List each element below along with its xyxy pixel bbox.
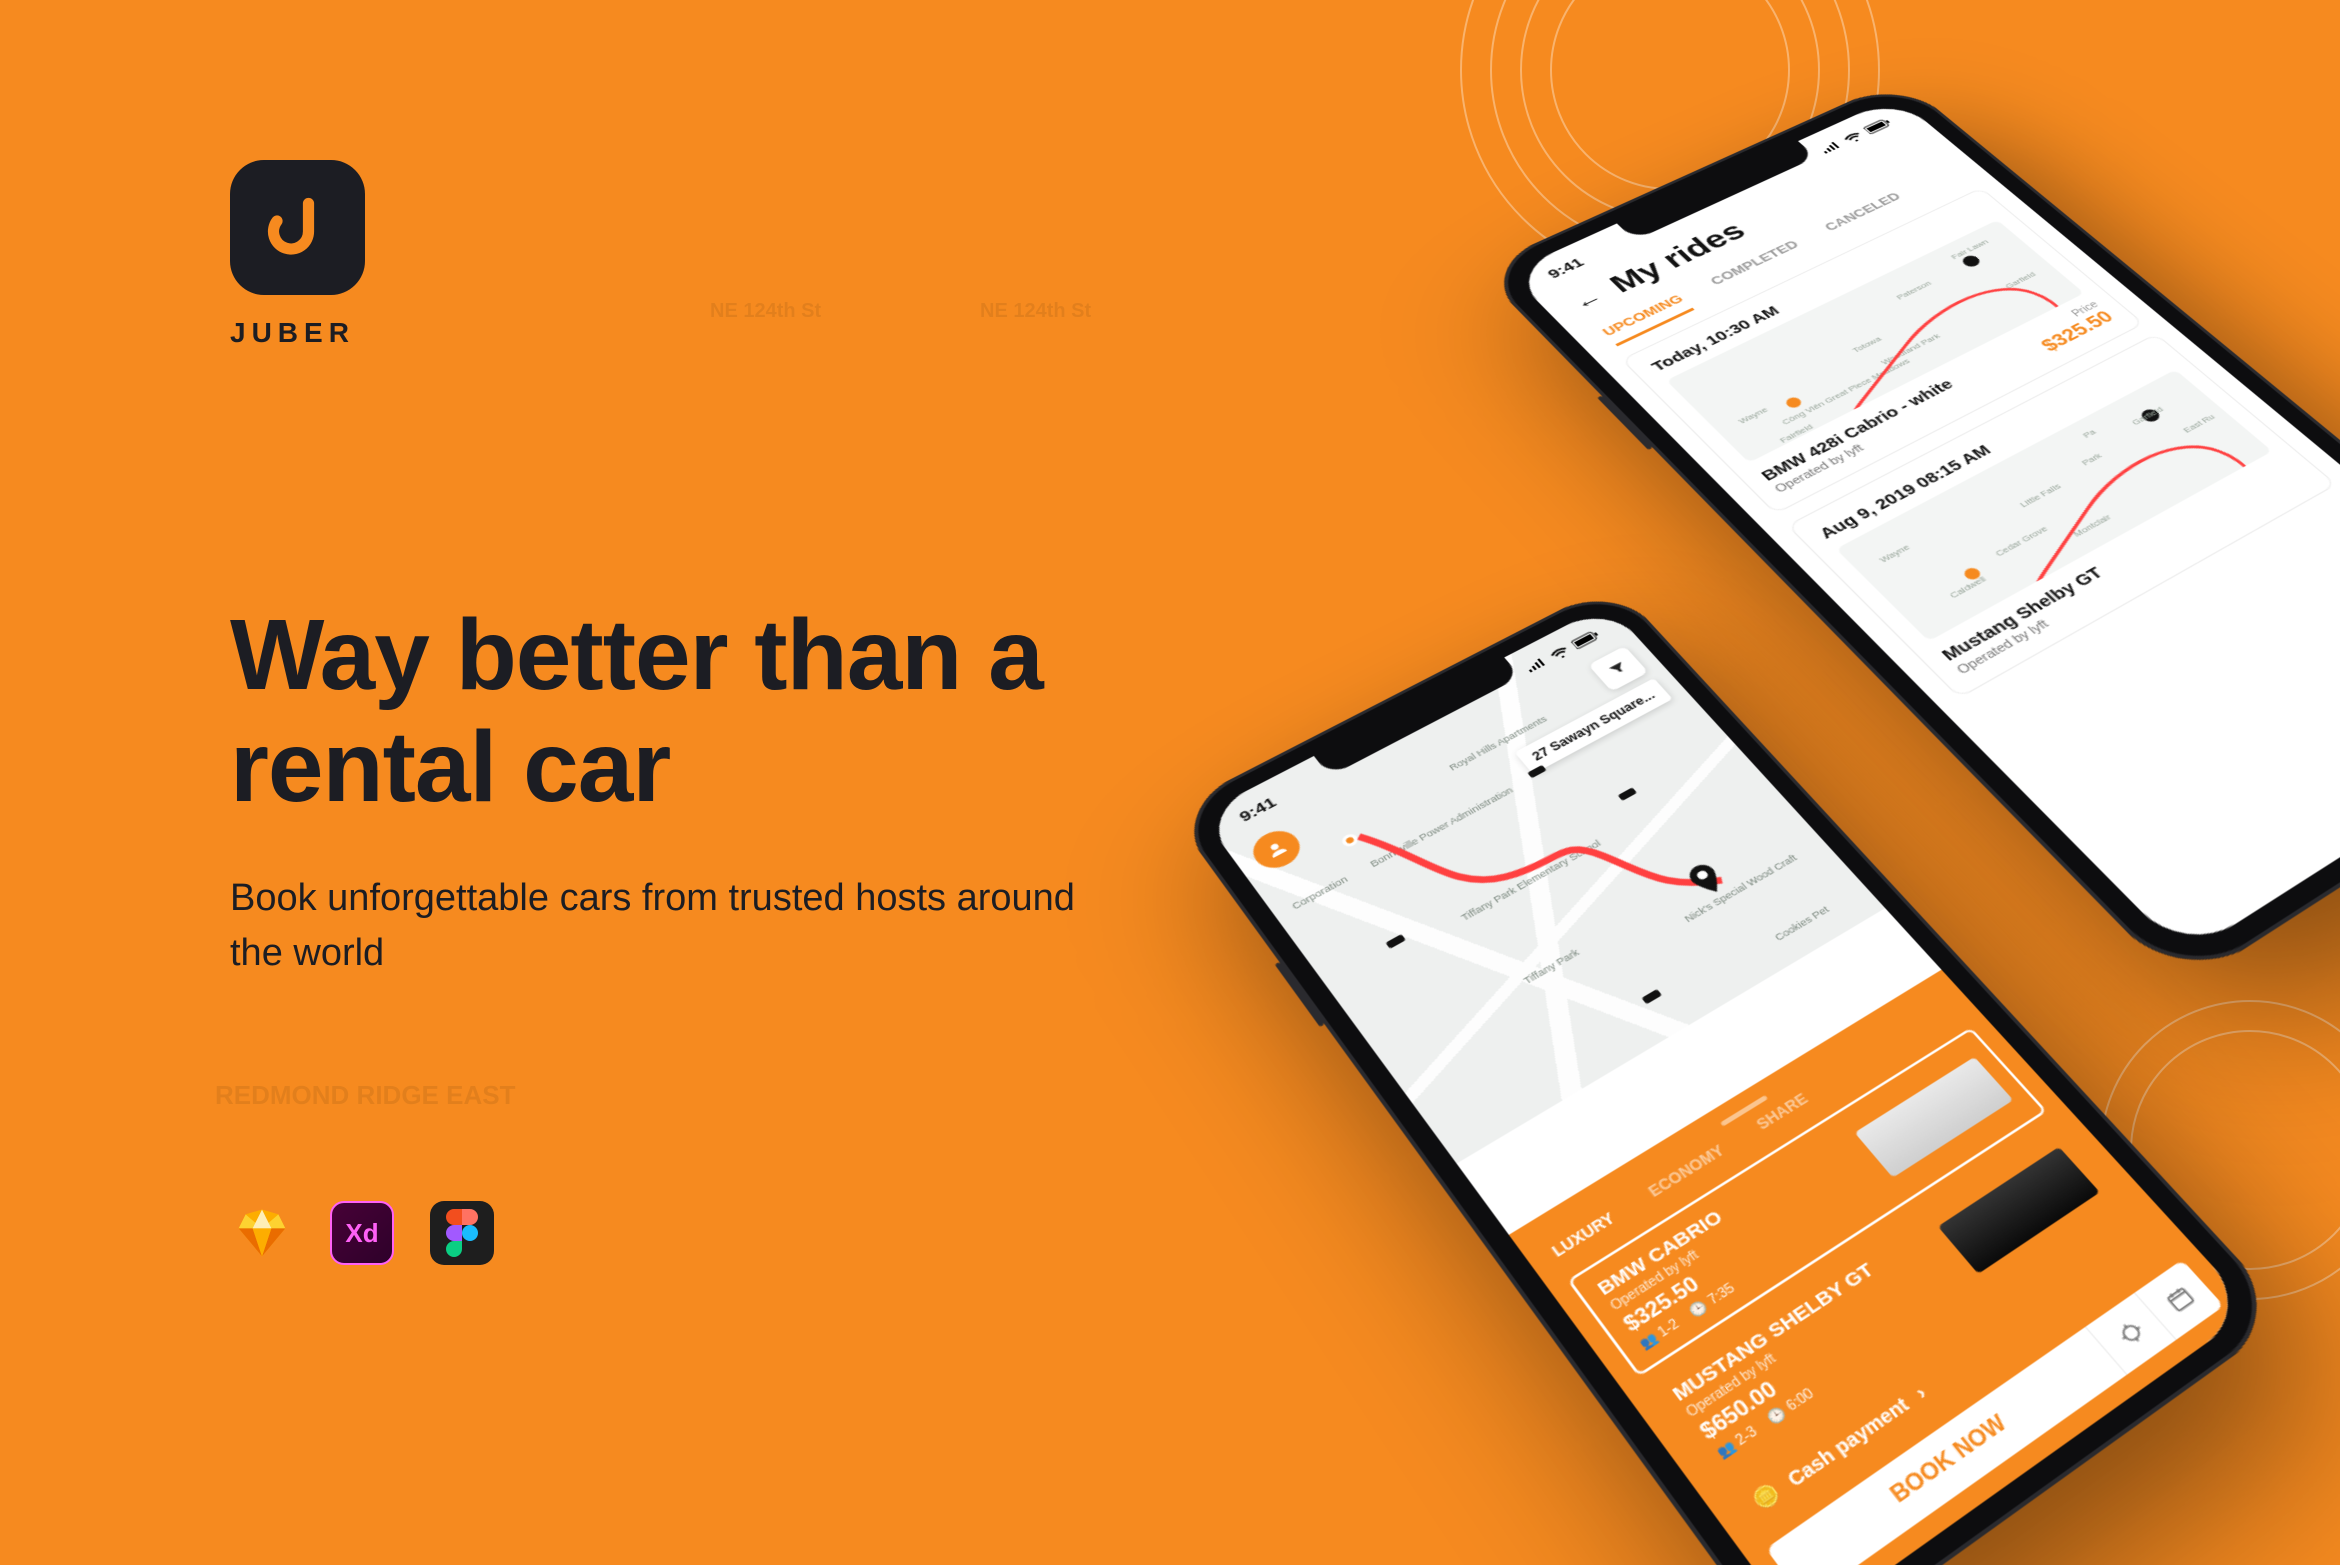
class-tab-luxury[interactable]: LUXURY bbox=[1549, 1210, 1618, 1261]
back-button[interactable]: ← bbox=[1567, 285, 1609, 314]
app-icon bbox=[230, 160, 365, 295]
user-icon bbox=[1261, 837, 1292, 863]
filter-icon bbox=[1605, 658, 1632, 678]
figma-icon bbox=[430, 1201, 494, 1265]
sketch-icon bbox=[230, 1201, 294, 1265]
chevron-right-icon: › bbox=[1910, 1381, 1930, 1403]
signal-icon bbox=[1817, 140, 1843, 155]
cash-icon: 🪙 bbox=[1748, 1480, 1785, 1515]
calendar-icon bbox=[2161, 1283, 2198, 1316]
car-thumbnail bbox=[1855, 1057, 2014, 1178]
signal-icon bbox=[1523, 656, 1549, 674]
juber-logo-icon bbox=[263, 193, 333, 263]
battery-icon bbox=[1862, 117, 1894, 135]
wifi-icon bbox=[1547, 644, 1571, 661]
hero-subhead: Book unforgettable cars from trusted hos… bbox=[230, 871, 1110, 981]
adobe-xd-icon: Xd bbox=[330, 1201, 394, 1265]
battery-icon bbox=[1570, 628, 1602, 649]
wifi-icon bbox=[1841, 130, 1865, 144]
crosshair-icon bbox=[2112, 1317, 2149, 1351]
